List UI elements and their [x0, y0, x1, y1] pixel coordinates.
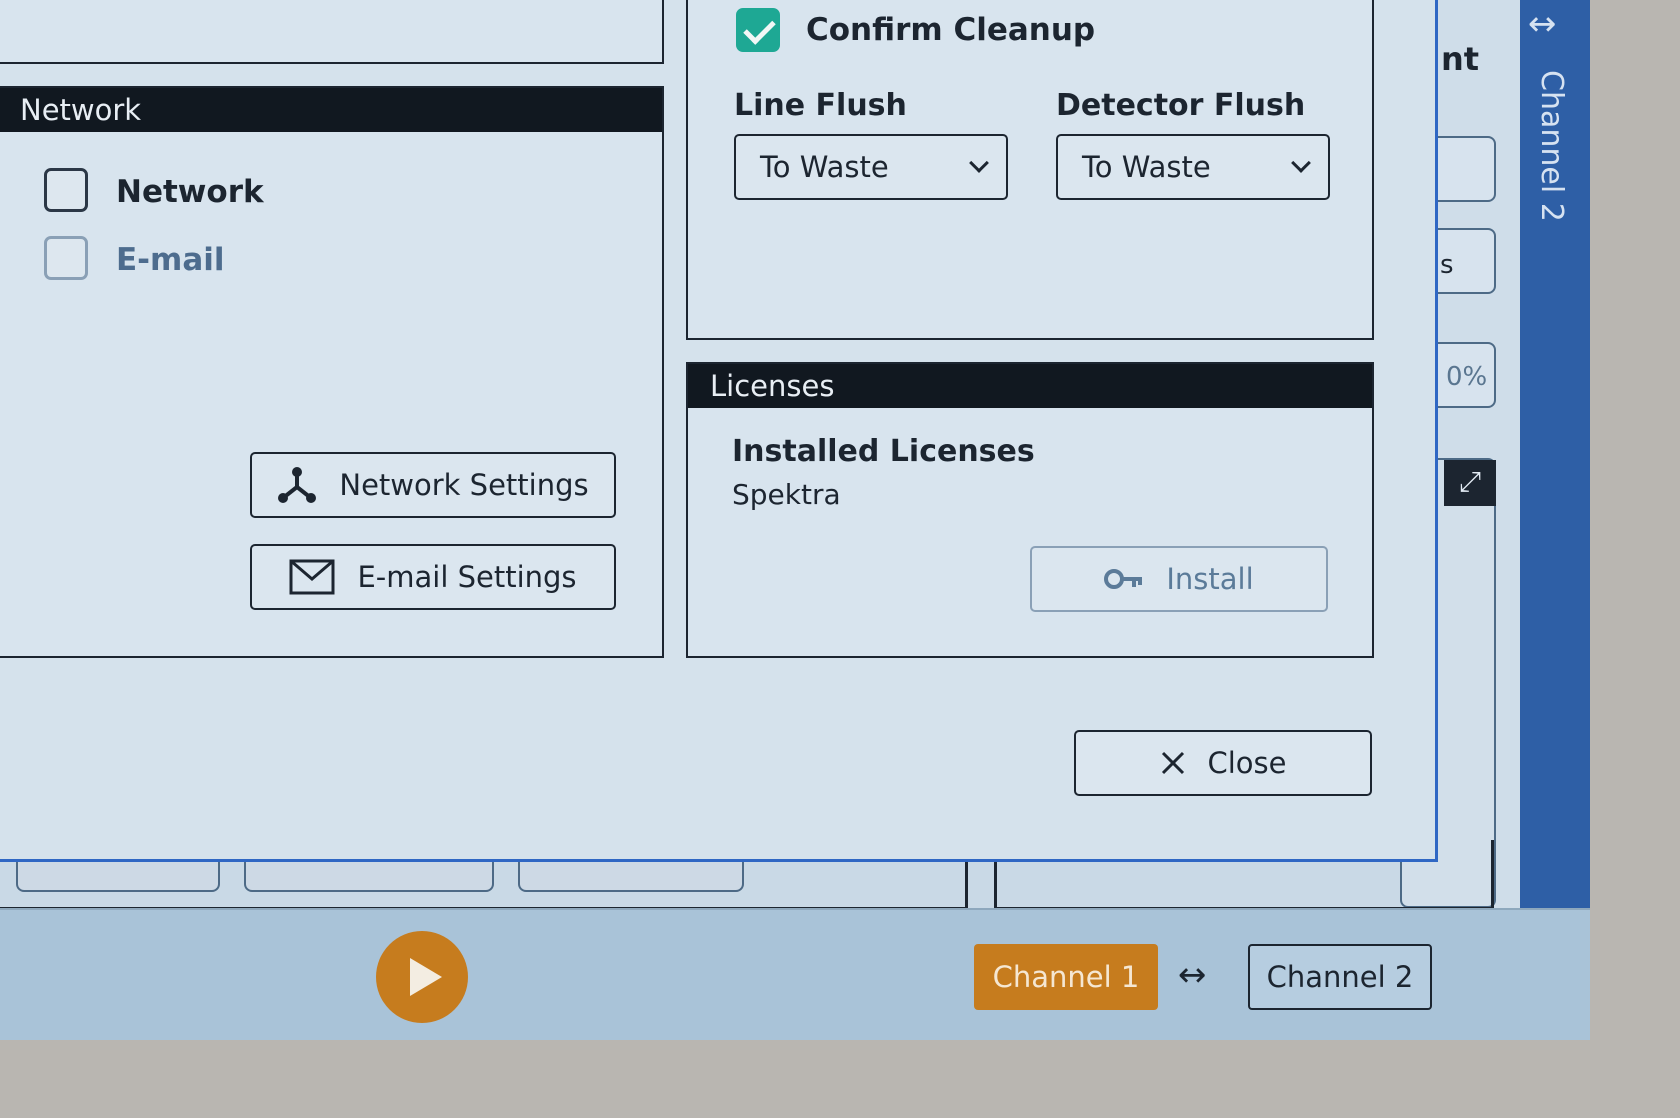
top-left-panel [0, 0, 664, 64]
network-checkbox-label: Network [116, 174, 264, 210]
instrument-screen: nt s 0% ⤢ ↔ Channel 2 Channel 1 ↔ Channe… [0, 0, 1590, 1040]
close-label: Close [1207, 746, 1287, 780]
license-item: Spektra [732, 478, 841, 511]
network-panel: Network Network E-mail Network Settings [0, 86, 664, 658]
key-icon [1104, 569, 1143, 589]
channel1-button[interactable]: Channel 1 [974, 944, 1158, 1010]
detector-flush-value: To Waste [1082, 150, 1211, 184]
network-panel-header: Network [0, 88, 662, 132]
network-settings-button[interactable]: Network Settings [250, 452, 616, 518]
side-rail-label: Channel 2 [1534, 70, 1569, 222]
detector-flush-select[interactable]: To Waste [1056, 134, 1330, 200]
envelope-icon [289, 559, 335, 595]
email-checkbox-label: E-mail [116, 242, 225, 278]
background-percent: 0% [1446, 362, 1488, 392]
chevron-down-icon [969, 153, 989, 173]
email-settings-label: E-mail Settings [357, 560, 577, 594]
background-partial-heading: nt [1441, 40, 1480, 78]
install-label: Install [1166, 562, 1254, 596]
install-button[interactable]: Install [1030, 546, 1328, 612]
line-flush-label: Line Flush [734, 88, 907, 123]
email-settings-button[interactable]: E-mail Settings [250, 544, 616, 610]
confirm-cleanup-checkbox[interactable] [736, 8, 780, 52]
play-button[interactable] [376, 931, 468, 1023]
background-partial-label: s [1440, 250, 1454, 280]
network-icon [278, 467, 317, 503]
email-checkbox[interactable] [44, 236, 88, 280]
detector-flush-label: Detector Flush [1056, 88, 1306, 123]
installed-licenses-title: Installed Licenses [732, 434, 1035, 469]
expand-icon[interactable]: ⤢ [1444, 460, 1496, 506]
swap-arrows-icon[interactable]: ↔ [1178, 955, 1207, 995]
cleanup-panel: Confirm Cleanup Line Flush To Waste Dete… [686, 0, 1374, 340]
network-checkbox[interactable] [44, 168, 88, 212]
play-icon [410, 958, 442, 996]
network-settings-label: Network Settings [339, 468, 589, 502]
line-flush-select[interactable]: To Waste [734, 134, 1008, 200]
confirm-cleanup-label: Confirm Cleanup [806, 12, 1096, 48]
close-icon [1161, 751, 1184, 775]
channel2-side-rail[interactable]: ↔ Channel 2 [1520, 0, 1590, 910]
channel2-button[interactable]: Channel 2 [1248, 944, 1432, 1010]
settings-dialog: Network Network E-mail Network Settings [0, 0, 1438, 862]
licenses-panel-header: Licenses [688, 364, 1372, 408]
swap-arrows-icon: ↔ [1528, 4, 1557, 44]
chevron-down-icon [1291, 153, 1311, 173]
close-button[interactable]: Close [1074, 730, 1372, 796]
licenses-panel: Licenses Installed Licenses Spektra Inst… [686, 362, 1374, 658]
line-flush-value: To Waste [760, 150, 889, 184]
